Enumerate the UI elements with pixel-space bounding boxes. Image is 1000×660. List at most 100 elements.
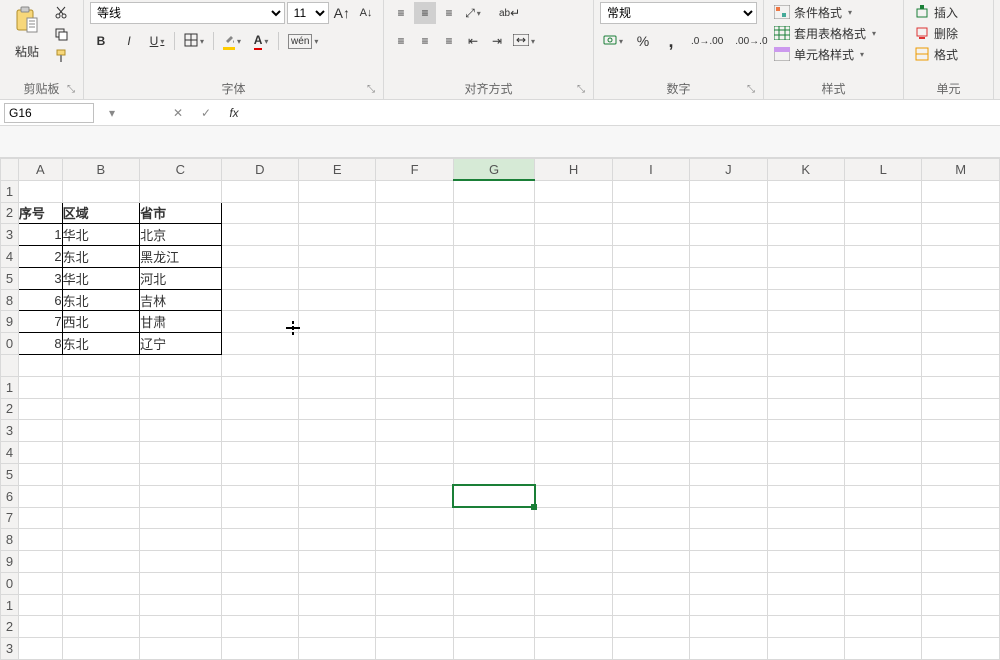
cell[interactable] (612, 485, 689, 507)
cell[interactable] (690, 289, 767, 311)
cell[interactable] (767, 180, 844, 202)
cell[interactable] (767, 355, 844, 377)
cell[interactable] (221, 180, 298, 202)
cell[interactable] (140, 180, 221, 202)
cell[interactable] (690, 572, 767, 594)
cell[interactable] (62, 355, 139, 377)
cell[interactable] (922, 485, 1000, 507)
cell[interactable] (62, 485, 139, 507)
cell[interactable]: 2 (18, 246, 62, 268)
cell[interactable] (535, 246, 612, 268)
cell[interactable] (690, 442, 767, 464)
cell[interactable] (140, 485, 221, 507)
cell[interactable] (922, 572, 1000, 594)
cell[interactable] (844, 333, 921, 355)
cell[interactable] (535, 463, 612, 485)
cell[interactable] (844, 267, 921, 289)
fill-color-button[interactable] (220, 30, 244, 52)
cell[interactable] (62, 180, 139, 202)
cell[interactable] (767, 485, 844, 507)
cell[interactable] (535, 616, 612, 638)
cell[interactable] (453, 551, 534, 573)
row-header[interactable]: 1 (1, 180, 19, 202)
cell[interactable] (376, 398, 453, 420)
row-header[interactable]: 4 (1, 442, 19, 464)
cell[interactable] (612, 638, 689, 660)
align-left-button[interactable]: ≡ (390, 30, 412, 52)
cell[interactable] (535, 442, 612, 464)
font-size-select[interactable]: 11 (287, 2, 329, 24)
cell[interactable] (612, 442, 689, 464)
cell[interactable] (140, 638, 221, 660)
cell[interactable] (690, 551, 767, 573)
formula-input[interactable] (252, 103, 996, 123)
cell[interactable] (767, 376, 844, 398)
cell[interactable] (844, 551, 921, 573)
cell[interactable] (140, 355, 221, 377)
cell[interactable]: 北京 (140, 224, 221, 246)
column-header-H[interactable]: H (535, 159, 612, 181)
cell[interactable] (453, 507, 534, 529)
row-header[interactable]: 6 (1, 485, 19, 507)
cell[interactable] (299, 463, 376, 485)
row-header[interactable]: 9 (1, 551, 19, 573)
cell[interactable] (62, 398, 139, 420)
cell[interactable] (299, 333, 376, 355)
cell[interactable] (221, 463, 298, 485)
cell[interactable] (221, 616, 298, 638)
cell[interactable] (221, 355, 298, 377)
cell[interactable] (612, 202, 689, 224)
cell[interactable] (922, 246, 1000, 268)
percent-button[interactable]: % (632, 30, 654, 52)
cell[interactable] (376, 529, 453, 551)
select-all-corner[interactable] (1, 159, 19, 181)
column-header-D[interactable]: D (221, 159, 298, 181)
cell[interactable] (140, 594, 221, 616)
cell[interactable]: 东北 (62, 246, 139, 268)
cell[interactable] (18, 180, 62, 202)
cell[interactable] (922, 289, 1000, 311)
cell[interactable] (922, 224, 1000, 246)
cell[interactable] (18, 355, 62, 377)
cell[interactable] (221, 267, 298, 289)
cell[interactable] (62, 420, 139, 442)
row-header[interactable]: 8 (1, 289, 19, 311)
row-header[interactable]: 3 (1, 638, 19, 660)
row-header[interactable]: 8 (1, 529, 19, 551)
cell[interactable]: 7 (18, 311, 62, 333)
column-header-B[interactable]: B (62, 159, 139, 181)
cell[interactable] (62, 616, 139, 638)
cell[interactable] (690, 180, 767, 202)
name-box[interactable] (4, 103, 94, 123)
cell[interactable] (140, 507, 221, 529)
cell[interactable] (922, 311, 1000, 333)
cell[interactable] (612, 333, 689, 355)
increase-font-button[interactable]: A↑ (331, 2, 353, 24)
column-header-L[interactable]: L (844, 159, 921, 181)
row-header[interactable]: 9 (1, 311, 19, 333)
cell[interactable] (376, 311, 453, 333)
cell[interactable] (221, 224, 298, 246)
cell[interactable] (612, 616, 689, 638)
cell[interactable] (376, 202, 453, 224)
cell[interactable] (453, 442, 534, 464)
cell[interactable] (376, 572, 453, 594)
align-center-button[interactable]: ≡ (414, 30, 436, 52)
cell[interactable] (690, 398, 767, 420)
cell[interactable] (453, 616, 534, 638)
cell[interactable] (299, 224, 376, 246)
cell[interactable] (299, 572, 376, 594)
cell[interactable] (453, 202, 534, 224)
cell[interactable] (844, 485, 921, 507)
cell[interactable] (535, 398, 612, 420)
comma-button[interactable]: , (660, 30, 682, 52)
cell[interactable] (922, 398, 1000, 420)
decrease-indent-button[interactable]: ⇤ (462, 30, 484, 52)
cell[interactable] (535, 355, 612, 377)
cell[interactable] (18, 420, 62, 442)
cell[interactable]: 8 (18, 333, 62, 355)
cell[interactable] (844, 398, 921, 420)
cell[interactable] (453, 420, 534, 442)
cell[interactable]: 华北 (62, 267, 139, 289)
cell[interactable] (612, 572, 689, 594)
